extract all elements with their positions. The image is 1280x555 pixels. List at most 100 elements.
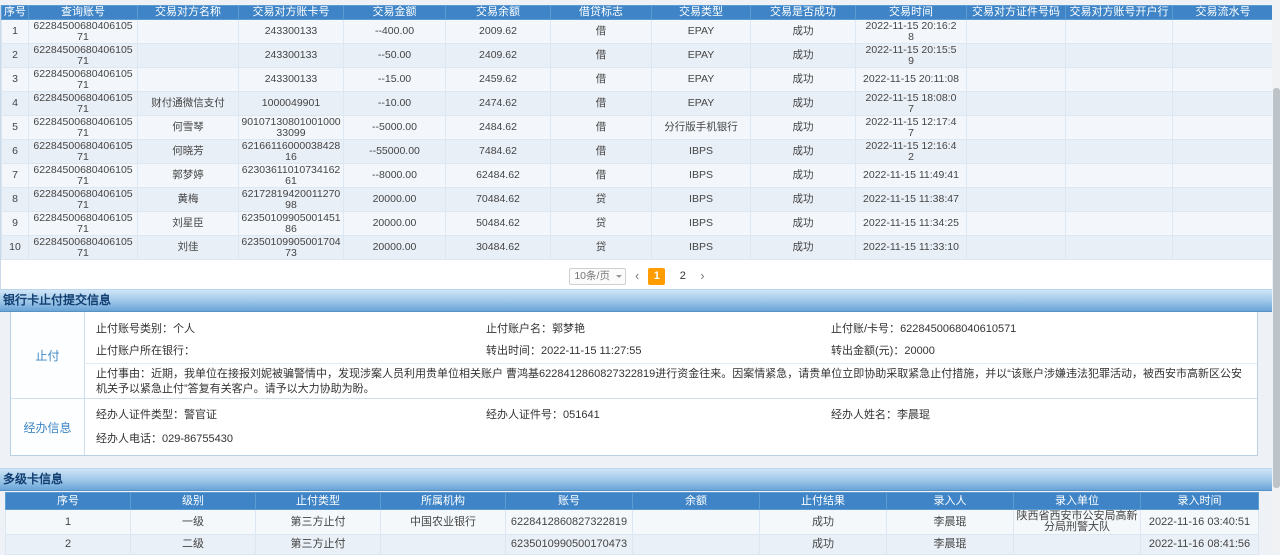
cell-counterparty-card: 6235010990500170473 <box>239 236 344 260</box>
cell-serial-no <box>1173 212 1274 236</box>
cell-success: 成功 <box>751 92 856 116</box>
prev-page-button[interactable]: ‹ <box>635 268 639 284</box>
cell-operator: 李晨琨 <box>887 510 1014 535</box>
cell-time: 2022-11-15 11:38:47 <box>856 188 967 212</box>
header-counterparty-name: 交易对方名称 <box>138 6 239 20</box>
cell-amount: 20000.00 <box>344 236 446 260</box>
transaction-row: 6 6228450068040610571 何晓芳 62166116000038… <box>2 140 1274 164</box>
cell-opening-bank <box>1066 116 1173 140</box>
cell-seq: 8 <box>2 188 29 212</box>
transactions-table: 序号 查询账号 交易对方名称 交易对方账卡号 交易金额 交易余额 借贷标志 交易… <box>1 5 1274 260</box>
cell-counterparty-name: 刘佳 <box>138 236 239 260</box>
scrollbar-thumb[interactable] <box>1273 88 1280 488</box>
cell-seq: 7 <box>2 164 29 188</box>
cell-type: IBPS <box>652 188 751 212</box>
cell-seq: 9 <box>2 212 29 236</box>
cell-opening-bank <box>1066 68 1173 92</box>
cell-serial-no <box>1173 92 1274 116</box>
handler-block-content: 经办人证件类型：警官证 经办人证件号：051641 经办人姓名：李晨琨 经办人电… <box>85 399 1257 455</box>
transaction-row: 5 6228450068040610571 何雪琴 90107130801001… <box>2 116 1274 140</box>
field-transfer-amount: 转出金额(元)：20000 <box>831 342 935 358</box>
field-phone-value: 029-86755430 <box>162 433 233 445</box>
multi-card-section: 多级卡信息 序号 级别 止付类型 所属机构 账号 余额 止付结果 录入人 录入单… <box>0 468 1272 555</box>
cell-success: 成功 <box>751 44 856 68</box>
vertical-scrollbar[interactable] <box>1272 0 1280 552</box>
field-transfer-amount-label: 转出金额(元)： <box>831 345 904 357</box>
cell-balance: 2409.62 <box>446 44 551 68</box>
field-cert-no: 经办人证件号：051641 <box>486 406 600 422</box>
cell-query-account: 6228450068040610571 <box>29 188 138 212</box>
cell-type: EPAY <box>652 20 751 44</box>
page-size-select[interactable]: 10条/页 <box>569 268 626 285</box>
field-account-type: 止付账号类别：个人 <box>96 320 195 336</box>
cell-success: 成功 <box>751 140 856 164</box>
header-amount: 交易金额 <box>344 6 446 20</box>
page-size-label: 10条/页 <box>574 270 610 282</box>
page-2-button[interactable]: 2 <box>674 268 691 285</box>
cell-counterparty-name: 何晓芳 <box>138 140 239 164</box>
stop-block-divider <box>85 363 1257 364</box>
cell-counterparty-name: 黄梅 <box>138 188 239 212</box>
cell-seq: 1 <box>6 510 131 535</box>
field-cert-type: 经办人证件类型：警官证 <box>96 406 217 422</box>
cell-success: 成功 <box>751 212 856 236</box>
cell-counterparty-name: 财付通微信支付 <box>138 92 239 116</box>
cell-serial-no <box>1173 116 1274 140</box>
cell-seq: 6 <box>2 140 29 164</box>
cell-time: 2022-11-15 11:33:10 <box>856 236 967 260</box>
transaction-row: 2 6228450068040610571 243300133 --50.00 … <box>2 44 1274 68</box>
cell-success: 成功 <box>751 164 856 188</box>
field-account-type-value: 个人 <box>173 323 195 335</box>
cell-success: 成功 <box>751 116 856 140</box>
cell-query-account: 6228450068040610571 <box>29 212 138 236</box>
stop-reason-text: 止付事由：近期，我单位在接报刘妮被骗警情中，发现涉案人员利用贵单位相关账户 曹鸿… <box>96 367 1249 397</box>
header-time: 交易时间 <box>856 6 967 20</box>
header-level: 级别 <box>131 493 256 510</box>
cell-success: 成功 <box>751 188 856 212</box>
cell-seq: 2 <box>2 44 29 68</box>
cell-counterparty-card: 6217281942001127098 <box>239 188 344 212</box>
field-account-name-label: 止付账户名： <box>486 323 552 335</box>
field-phone: 经办人电话：029-86755430 <box>96 430 233 446</box>
cell-result: 成功 <box>760 510 887 535</box>
cell-cert-no <box>967 140 1066 164</box>
transactions-header-row: 序号 查询账号 交易对方名称 交易对方账卡号 交易金额 交易余额 借贷标志 交易… <box>2 6 1274 20</box>
cell-amount: --8000.00 <box>344 164 446 188</box>
pagination: 10条/页 ‹ 1 2 › <box>1 264 1273 288</box>
cell-cert-no <box>967 20 1066 44</box>
cell-balance: 62484.62 <box>446 164 551 188</box>
cell-balance: 2484.62 <box>446 116 551 140</box>
header-serial-no: 交易流水号 <box>1173 6 1274 20</box>
field-transfer-amount-value: 20000 <box>904 345 935 357</box>
header-cert-no: 交易对方证件号码 <box>967 6 1066 20</box>
transaction-row: 4 6228450068040610571 财付通微信支付 1000049901… <box>2 92 1274 116</box>
cell-dc-flag: 借 <box>551 20 652 44</box>
cell-serial-no <box>1173 20 1274 44</box>
cell-balance: 2459.62 <box>446 68 551 92</box>
next-page-button[interactable]: › <box>700 268 704 284</box>
cell-counterparty-name: 何雪琴 <box>138 116 239 140</box>
field-card-no-label: 止付账/卡号： <box>831 323 900 335</box>
page-1-button[interactable]: 1 <box>648 268 665 285</box>
stop-payment-panel: 止付 止付账号类别：个人 止付账户名：郭梦艳 止付账/卡号：6228450068… <box>10 312 1258 456</box>
cell-dc-flag: 借 <box>551 68 652 92</box>
field-phone-label: 经办人电话： <box>96 433 162 445</box>
cell-serial-no <box>1173 68 1274 92</box>
cell-amount: --50.00 <box>344 44 446 68</box>
cell-counterparty-name: 郭梦婷 <box>138 164 239 188</box>
cell-success: 成功 <box>751 68 856 92</box>
cell-counterparty-name <box>138 68 239 92</box>
cell-type: EPAY <box>652 68 751 92</box>
cell-type: IBPS <box>652 236 751 260</box>
cell-opening-bank <box>1066 212 1173 236</box>
cell-serial-no <box>1173 236 1274 260</box>
cell-seq: 5 <box>2 116 29 140</box>
cell-query-account: 6228450068040610571 <box>29 140 138 164</box>
cell-amount: --15.00 <box>344 68 446 92</box>
header-query-account: 查询账号 <box>29 6 138 20</box>
header-seq: 序号 <box>2 6 29 20</box>
cell-time: 2022-11-15 20:11:08 <box>856 68 967 92</box>
cell-cert-no <box>967 236 1066 260</box>
field-bank: 止付账户所在银行： <box>96 342 195 358</box>
cell-level: 一级 <box>131 510 256 535</box>
